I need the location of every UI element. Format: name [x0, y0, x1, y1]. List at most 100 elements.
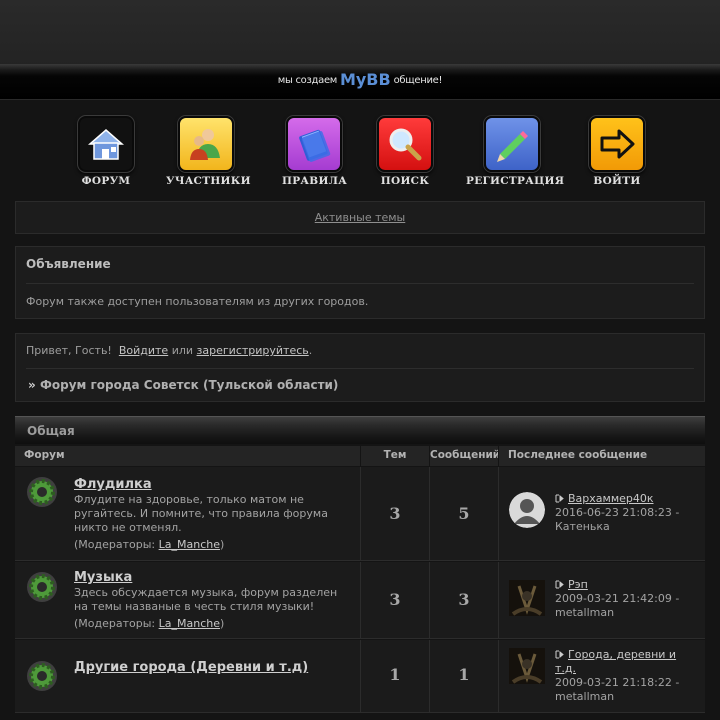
last-post-author[interactable]: Катенька	[555, 520, 610, 533]
last-topic-link[interactable]: Вархаммер40к	[568, 492, 654, 505]
forum-info-cell: Флудилка Флудите на здоровье, только мат…	[15, 467, 361, 560]
post-count: 1	[458, 665, 470, 684]
column-topics: Тем	[361, 446, 430, 466]
forum-info-cell: Музыка Здесь обсуждается музыка, форум р…	[15, 562, 361, 638]
last-post-info: Вархаммер40к 2016-06-23 21:08:23 - Катен…	[555, 492, 695, 534]
top-band	[0, 0, 720, 66]
forum-row: Музыка Здесь обсуждается музыка, форум р…	[15, 562, 705, 639]
posts-cell: 5	[430, 467, 499, 560]
breadcrumb: » Форум города Советск (Тульской области…	[28, 378, 338, 392]
forum-row: Другие города (Деревни и т.д) 1 1 Города…	[15, 640, 705, 713]
last-post-cell: Города, деревни и т.д. 2009-03-21 21:18:…	[499, 640, 705, 712]
last-post-date: 2009-03-21 21:42:09 -	[555, 592, 680, 605]
welcome-text: Привет, Гость! Войдите или зарегистрируй…	[26, 344, 312, 357]
column-posts: Сообщений	[430, 446, 499, 466]
nav-label: РЕГИСТРАЦИЯ	[466, 175, 565, 187]
moderator-link[interactable]: La_Manche	[159, 538, 220, 551]
moderators-close: )	[219, 538, 225, 551]
forum-title-link[interactable]: Музыка	[74, 570, 132, 585]
nav-login[interactable]: ВОЙТИ	[587, 116, 647, 187]
forum-info-cell: Другие города (Деревни и т.д)	[15, 640, 361, 712]
last-topic-link[interactable]: Рэп	[568, 578, 588, 591]
gear-icon	[27, 661, 57, 691]
topic-count: 3	[389, 590, 401, 609]
users-icon	[178, 116, 234, 172]
breadcrumb-link[interactable]: Форум города Советск (Тульской области)	[40, 378, 338, 392]
register-link[interactable]: зарегистрируйтесь	[197, 344, 309, 357]
last-post-info: Города, деревни и т.д. 2009-03-21 21:18:…	[555, 648, 695, 704]
last-post-date: 2009-03-21 21:18:22 -	[555, 676, 680, 689]
announcement-panel: Объявление Форум также доступен пользова…	[15, 246, 705, 319]
column-last-post: Последнее сообщение	[499, 446, 705, 466]
welcome-panel: Привет, Гость! Войдите или зарегистрируй…	[15, 333, 705, 402]
goto-post-icon[interactable]	[555, 580, 564, 589]
topics-cell: 3	[361, 562, 430, 638]
last-post-author[interactable]: metallman	[555, 690, 614, 703]
house-icon	[78, 116, 134, 172]
metallman-avatar[interactable]	[509, 580, 545, 616]
nav-label: УЧАСТНИКИ	[166, 175, 251, 187]
active-topics-link[interactable]: Активные темы	[16, 211, 704, 224]
nav-search[interactable]: ПОИСК	[377, 116, 433, 187]
active-topics-panel: Активные темы	[15, 201, 705, 234]
forum-title-link[interactable]: Другие города (Деревни и т.д)	[74, 660, 308, 675]
moderators-close: )	[219, 617, 225, 630]
divider	[26, 283, 694, 284]
nav-label: ВОЙТИ	[593, 175, 641, 187]
login-link[interactable]: Войдите	[119, 344, 168, 357]
last-topic-link[interactable]: Города, деревни и т.д.	[555, 648, 676, 675]
post-count: 3	[458, 590, 470, 609]
forum-description: Флудите на здоровье, только матом не руг…	[74, 493, 328, 534]
pencil-icon	[484, 116, 540, 172]
column-forum: Форум	[15, 446, 361, 466]
divider	[26, 368, 694, 369]
goto-post-icon[interactable]	[555, 494, 564, 503]
moderator-link[interactable]: La_Manche	[159, 617, 220, 630]
moderators-label: (Модераторы:	[74, 617, 156, 630]
login-arrow-icon	[589, 116, 645, 172]
breadcrumb-separator: »	[28, 378, 36, 392]
last-post-info: Рэп 2009-03-21 21:42:09 - metallman	[555, 578, 695, 620]
forum-moderators: (Модераторы: La_Manche)	[74, 538, 224, 551]
magnifier-icon	[377, 116, 433, 172]
topic-count: 1	[389, 665, 401, 684]
post-count: 5	[458, 504, 470, 523]
metallman-avatar[interactable]	[509, 648, 545, 684]
last-post-author[interactable]: metallman	[555, 606, 614, 619]
forum-title-link[interactable]: Флудилка	[74, 477, 152, 492]
main-nav: ФОРУМ УЧАСТНИКИ ПРАВИЛА ПОИСК РЕГИСТРАЦИ…	[0, 116, 720, 188]
gear-icon	[27, 477, 57, 507]
nav-label: ПРАВИЛА	[282, 175, 348, 187]
welcome-period: .	[308, 344, 313, 357]
nav-label: ФОРУМ	[81, 175, 131, 187]
tagline-prefix: мы создаем	[277, 75, 338, 86]
posts-cell: 3	[430, 562, 499, 638]
topic-count: 3	[389, 504, 401, 523]
last-post-cell: Рэп 2009-03-21 21:42:09 - metallman	[499, 562, 705, 638]
book-icon	[286, 116, 342, 172]
forum-row: Флудилка Флудите на здоровье, только мат…	[15, 467, 705, 561]
default-user-avatar[interactable]	[509, 492, 545, 528]
nav-members[interactable]: УЧАСТНИКИ	[166, 116, 251, 187]
last-post-cell: Вархаммер40к 2016-06-23 21:08:23 - Катен…	[499, 467, 705, 560]
forum-description: Здесь обсуждается музыка, форум разделен…	[74, 586, 338, 613]
nav-rules[interactable]: ПРАВИЛА	[282, 116, 348, 187]
nav-register[interactable]: РЕГИСТРАЦИЯ	[466, 116, 565, 187]
nav-forum[interactable]: ФОРУМ	[76, 116, 136, 187]
moderators-label: (Модераторы:	[74, 538, 156, 551]
mybb-logo: MyBB	[339, 70, 391, 89]
announcement-text: Форум также доступен пользователям из др…	[26, 295, 369, 308]
topics-cell: 1	[361, 640, 430, 712]
goto-post-icon[interactable]	[555, 650, 564, 659]
site-tagline[interactable]: мы создаем MyBB общение!	[0, 70, 720, 89]
tagline-suffix: общение!	[393, 75, 443, 86]
last-post-date: 2016-06-23 21:08:23 -	[555, 506, 680, 519]
or-text: или	[171, 344, 194, 357]
greeting: Привет, Гость!	[26, 344, 112, 357]
category-header: Общая	[15, 416, 705, 444]
category-title[interactable]: Общая	[27, 424, 75, 438]
topics-cell: 3	[361, 467, 430, 560]
nav-label: ПОИСК	[380, 175, 430, 187]
gear-icon	[27, 572, 57, 602]
announcement-title: Объявление	[26, 257, 111, 271]
